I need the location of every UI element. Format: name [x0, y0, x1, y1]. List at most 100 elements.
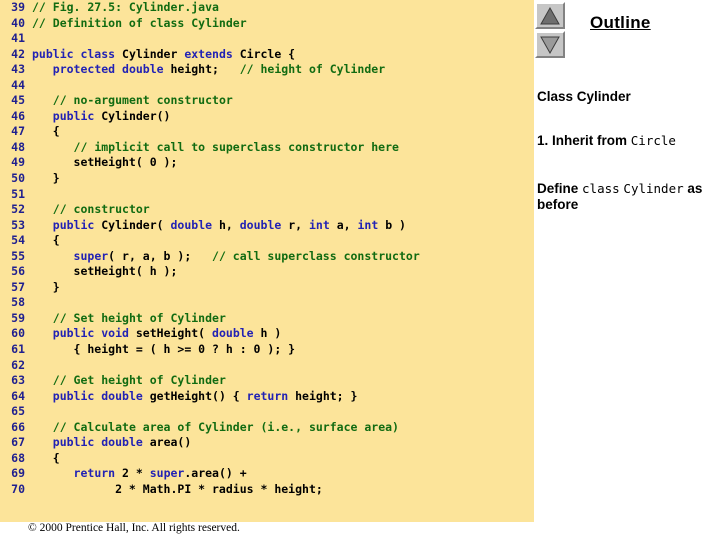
code-line-number: 50: [11, 171, 25, 186]
code-line: 67 public double area(): [0, 435, 534, 451]
code-line: 54 {: [0, 233, 534, 249]
code-line: 58: [0, 295, 534, 311]
code-line-text: {: [25, 233, 60, 249]
code-listing-panel: 39 // Fig. 27.5: Cylinder.java 40 // Defini…: [0, 0, 534, 522]
code-line-number: 60: [11, 326, 25, 341]
code-line: 68 {: [0, 451, 534, 467]
code-line-number: 62: [11, 357, 25, 372]
code-line-number: 70: [11, 481, 25, 496]
code-token-cmt: // implicit call to superclass construct…: [73, 139, 399, 154]
code-line: 69 return 2 * super.area() +: [0, 466, 534, 482]
code-line: 62: [0, 358, 534, 374]
copyright-notice: © 2000 Prentice Hall, Inc. All rights re…: [28, 522, 240, 534]
code-line-number: 43: [11, 62, 25, 77]
code-token-plain: 2 * Math.PI * radius * height;: [32, 481, 323, 496]
code-token-plain: ( r, a, b );: [108, 248, 213, 263]
code-token-plain: 2 *: [122, 466, 150, 481]
code-line-text: public void setHeight( double h ): [25, 326, 282, 342]
code-line-text: // constructor: [25, 202, 150, 218]
outline-text-run: class: [582, 181, 620, 196]
code-token-cmt: // Definition of class Cylinder: [32, 15, 247, 30]
code-line-number: 63: [11, 373, 25, 388]
code-line-text: // Get height of Cylinder: [25, 373, 226, 389]
code-token-kw: super: [149, 466, 185, 481]
code-token-kw: public: [52, 217, 102, 232]
code-token-plain: Circle {: [239, 46, 296, 61]
code-line-text: public class Cylinder extends Circle {: [25, 47, 295, 63]
code-token-kw: protected double: [52, 62, 171, 77]
code-line-number: 49: [11, 155, 25, 170]
code-line: 51: [0, 187, 534, 203]
code-token-cmt: // height of Cylinder: [239, 62, 386, 77]
code-line: 57 }: [0, 280, 534, 296]
code-line-text: setHeight( h );: [25, 264, 178, 280]
code-line-number: 56: [11, 264, 25, 279]
code-line-number: 44: [11, 77, 25, 92]
code-line-number: 40: [11, 15, 25, 30]
code-token-cmt: // constructor: [52, 202, 150, 217]
code-line-number: 53: [11, 217, 25, 232]
code-line: 46 public Cylinder(): [0, 109, 534, 125]
code-token-cmt: // Get height of Cylinder: [52, 373, 226, 388]
scroll-up-button[interactable]: [535, 2, 565, 29]
code-line-text: // no-argument constructor: [25, 93, 233, 109]
code-token-plain: h ): [260, 326, 282, 341]
code-token-kw: double: [239, 217, 289, 232]
code-token-kw: super: [73, 248, 109, 263]
code-line-text: }: [25, 171, 60, 187]
code-line-number: 67: [11, 435, 25, 450]
outline-sidebar: Outline Class Cylinder 1. Inherit from C…: [534, 0, 720, 540]
code-line-text: // Set height of Cylinder: [25, 311, 226, 327]
code-line-text: // Fig. 27.5: Cylinder.java: [25, 0, 219, 16]
code-line-text: public double area(): [25, 435, 191, 451]
code-line-number: 54: [11, 233, 25, 248]
code-line: 53 public Cylinder( double h, double r, …: [0, 218, 534, 234]
code-token-plain: b ): [385, 217, 406, 232]
code-line-number: 64: [11, 388, 25, 403]
code-line-number: 51: [11, 186, 25, 201]
outline-text-run: Cylinder: [623, 181, 684, 196]
code-token-plain: .area() +: [184, 466, 247, 481]
code-token-plain: Cylinder: [122, 46, 185, 61]
code-line: 52 // constructor: [0, 202, 534, 218]
code-line-text: // Calculate area of Cylinder (i.e., sur…: [25, 420, 399, 436]
code-token-plain: r,: [288, 217, 309, 232]
code-token-plain: {: [32, 450, 60, 465]
code-line: 55 super( r, a, b ); // call superclass …: [0, 249, 534, 265]
code-line: 40 // Definition of class Cylinder: [0, 16, 534, 32]
code-line-number: 69: [11, 466, 25, 481]
code-line-number: 66: [11, 419, 25, 434]
outline-text-run: Class Cylinder: [537, 89, 631, 104]
code-line: 66 // Calculate area of Cylinder (i.e., …: [0, 420, 534, 436]
outline-item-class-cylinder: Class Cylinder: [537, 89, 719, 105]
code-line-number: 52: [11, 202, 25, 217]
code-token-kw: int: [357, 217, 386, 232]
code-token-plain: area(): [149, 435, 192, 450]
code-line-number: 57: [11, 279, 25, 294]
code-token-kw: return: [246, 388, 296, 403]
code-line-text: public Cylinder(): [25, 109, 171, 125]
code-line: 44: [0, 78, 534, 94]
code-line-number: 41: [11, 31, 25, 46]
code-line-number: 55: [11, 248, 25, 263]
code-token-kw: public double: [52, 388, 150, 403]
code-line-text: {: [25, 451, 60, 467]
scroll-down-button[interactable]: [535, 31, 565, 58]
code-line-number: 58: [11, 295, 25, 310]
code-line-text: 2 * Math.PI * radius * height;: [25, 482, 323, 498]
code-token-plain: a,: [336, 217, 358, 232]
code-token-plain: height;: [170, 62, 240, 77]
code-token-kw: int: [309, 217, 337, 232]
code-line: 50 }: [0, 171, 534, 187]
code-line-number: 59: [11, 310, 25, 325]
code-line-text: protected double height; // height of Cy…: [25, 62, 385, 78]
code-line: 43 protected double height; // height of…: [0, 62, 534, 78]
code-line-number: 45: [11, 93, 25, 108]
code-line: 42 public class Cylinder extends Circle {: [0, 47, 534, 63]
